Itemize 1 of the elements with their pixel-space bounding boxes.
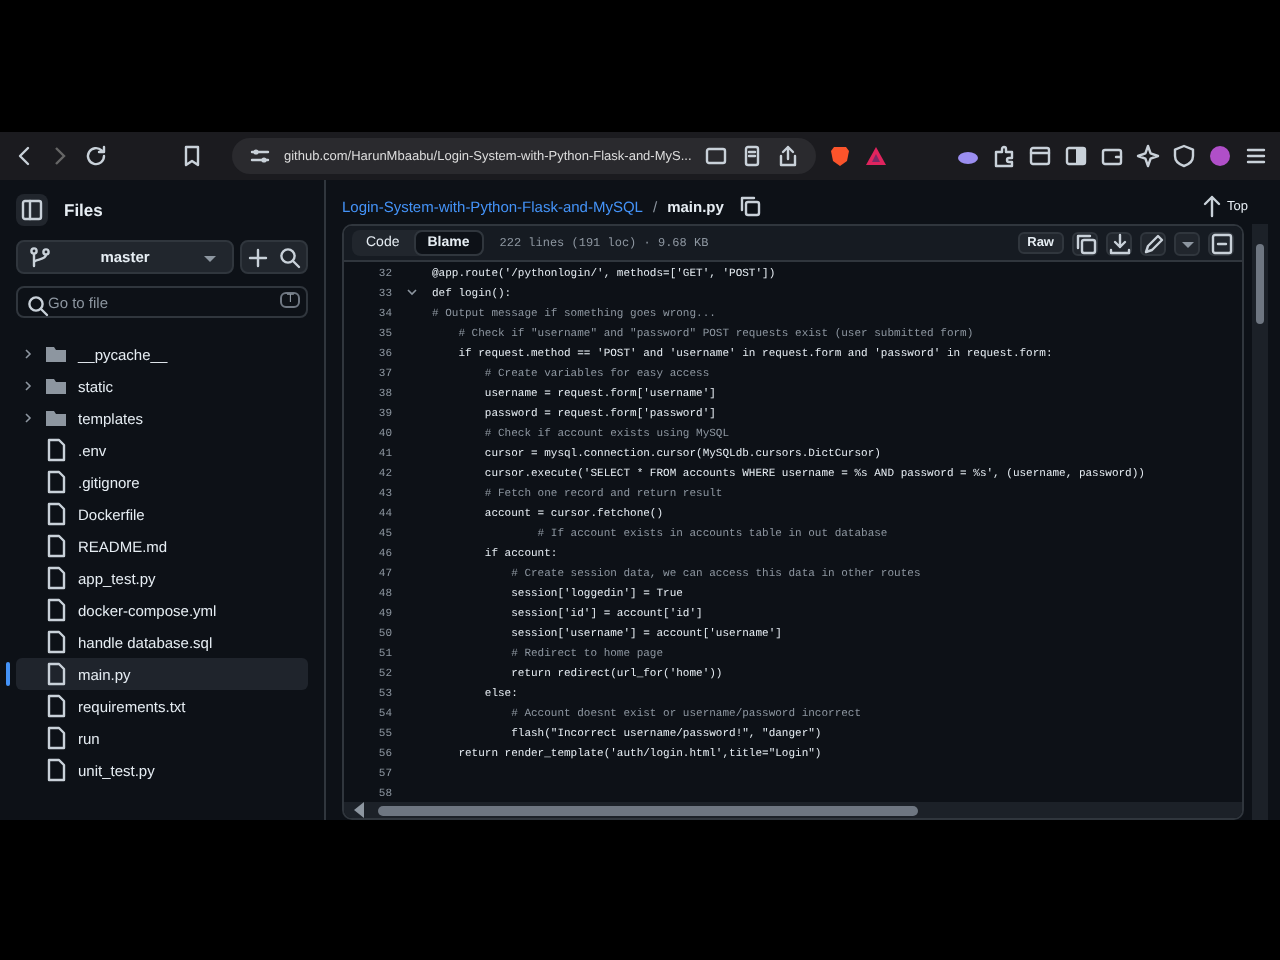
- sidebar-title: Files: [64, 200, 103, 220]
